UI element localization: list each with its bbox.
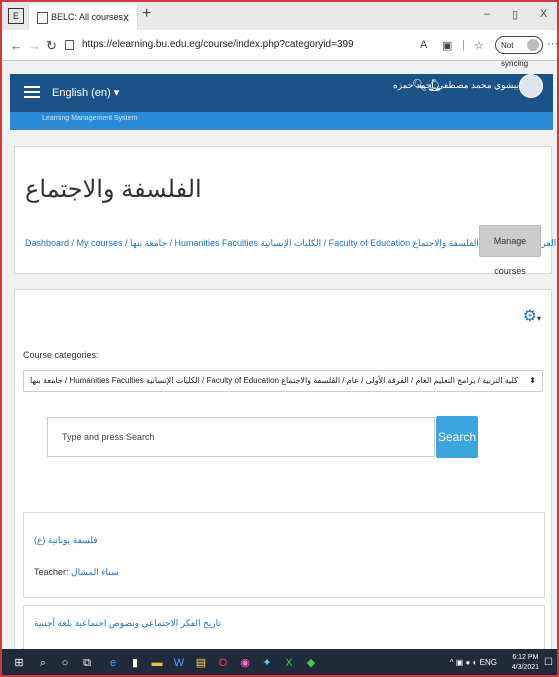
lock-icon [65,40,74,50]
app-icon[interactable]: ▤ [194,656,208,670]
app-icon[interactable]: ✦ [260,656,274,670]
subnav-text: Learning Management System [42,115,138,122]
hamburger-menu-icon[interactable] [24,86,40,99]
tab-strip: E BELC: All courses x + – ▯ X [2,2,557,30]
favicon-icon [37,12,48,24]
user-avatar[interactable] [519,74,543,98]
notification-center-icon[interactable]: ☐ [544,657,553,668]
separator: | [462,39,465,51]
address-bar: ← → ↻ https://elearning.bu.edu.eg/course… [2,30,557,68]
chrome-icon[interactable]: ◉ [238,656,252,670]
edge-icon[interactable]: E [8,8,24,24]
site-subnav: Learning Management System [10,112,553,130]
opera-icon[interactable]: O [216,656,230,670]
clock-date: 4/3/2021 [511,664,539,671]
language-indicator[interactable]: ENG [480,658,497,667]
windows-start-icon[interactable]: ⊞ [12,656,26,670]
course-categories-label: Course categories: [23,350,99,360]
user-menu-caret-icon[interactable]: ▾ [553,80,557,89]
task-view-icon[interactable]: ⧉ [80,656,94,670]
edge-taskbar-icon[interactable]: e [106,656,120,670]
course-name-link[interactable]: فلسفة يونانية (ع) [34,535,98,546]
category-select[interactable]: جامعة بنها / Humanities Faculties الكليا… [23,370,543,392]
browser-window: E BELC: All courses x + – ▯ X ← → ↻ http… [0,0,559,677]
course-name-link[interactable]: تاريخ الفكر الاجتماعي ونصوص اجتماعية بلغ… [34,618,221,629]
main-content: ⚙▾ Course categories: جامعة بنها / Human… [14,289,552,652]
clock-time: 6:12 PM [512,654,539,661]
sync-button[interactable]: Not syncing [495,36,543,68]
site-navbar: English (en) ▾ 🔍︎ 🔔︎ بيشوي محمد مصطفى أح… [10,74,557,112]
restore-button[interactable]: ▯ [512,8,518,21]
page-header: الفلسفة والاجتماع Dashboard / My courses… [14,146,557,276]
course-item: تاريخ الفكر الاجتماعي ونصوص اجتماعية بلغ… [23,605,545,652]
page-title: الفلسفة والاجتماع [25,176,202,203]
favorites-icon[interactable]: ☆ [474,39,484,52]
back-icon[interactable]: ← [10,38,23,53]
language-menu[interactable]: English (en) ▾ [52,86,119,99]
teacher-name-link[interactable]: سناء المشال [71,567,119,577]
user-name[interactable]: بيشوي محمد مصطفى أحمد حمزه [393,80,519,91]
url-field[interactable]: https://elearning.bu.edu.eg/course/index… [82,39,354,50]
folder-icon[interactable]: ▬ [150,656,164,670]
file-icon[interactable]: ▮ [128,656,142,670]
word-icon[interactable]: W [172,656,186,670]
profile-avatar-icon [527,39,539,51]
app-icon[interactable]: ◆ [304,656,318,670]
course-item: فلسفة يونانية (ع) Teacher: سناء المشال [23,512,545,598]
teacher-label: Teacher: [34,567,69,577]
search-icon[interactable]: ⌕ [36,656,50,670]
course-search-input[interactable]: Type and press Search [47,417,435,457]
forward-icon[interactable]: → [28,38,41,53]
tab-close-icon[interactable]: x [123,10,129,24]
clock[interactable]: 6:12 PM 4/3/2021 [512,653,539,673]
cortana-icon[interactable]: ○ [58,656,72,670]
manage-courses-button[interactable]: Manage courses [479,225,541,276]
new-tab-button[interactable]: + [142,5,151,23]
sync-label: Not syncing [501,41,529,68]
teacher-line: Teacher: سناء المشال [34,567,119,578]
window-close-button[interactable]: X [540,8,547,20]
refresh-icon[interactable]: ↻ [46,38,57,54]
browser-tab[interactable]: BELC: All courses x [28,4,138,30]
taskbar: ⊞ ⌕ ○ ⧉ e ▮ ▬ W ▤ O ◉ ✦ X ◆ ^ ▣ ● ◐ ENG … [2,649,557,675]
excel-icon[interactable]: X [282,656,296,670]
settings-gear-icon[interactable]: ⚙▾ [523,306,541,326]
tab-title: BELC: All courses [51,12,124,22]
reader-icon[interactable]: ▣ [442,39,452,52]
more-icon[interactable]: ··· [547,38,557,50]
read-aloud-icon[interactable]: A [420,39,427,51]
search-button[interactable]: Search [436,416,478,458]
minimize-button[interactable]: – [484,8,490,20]
system-tray[interactable]: ^ ▣ ● ◐ ENG [450,658,497,667]
select-arrows-icon: ⬍ [529,376,536,385]
category-select-value: جامعة بنها / Humanities Faculties الكليا… [30,376,518,385]
